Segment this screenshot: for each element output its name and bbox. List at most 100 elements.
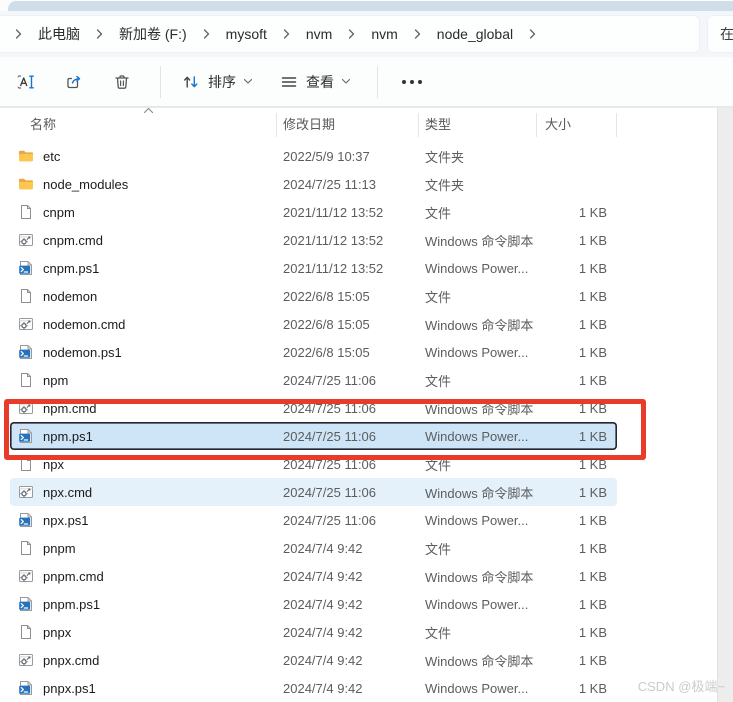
- file-row[interactable]: npx 2024/7/25 11:06 文件 1 KB: [10, 450, 617, 478]
- address-bar[interactable]: 此电脑 新加卷 (F:) mysoft nvm nvm node_global: [0, 15, 700, 53]
- file-name: npx.ps1: [43, 512, 89, 528]
- file-name: pnpx.cmd: [43, 652, 100, 668]
- file-type: Windows 命令脚本: [425, 653, 534, 669]
- file-row[interactable]: pnpm.ps1 2024/7/4 9:42 Windows Power... …: [10, 590, 617, 618]
- file-name-cell: pnpm.cmd: [10, 568, 277, 584]
- file-row[interactable]: nodemon.ps1 2022/6/8 15:05 Windows Power…: [10, 338, 617, 366]
- file-type: 文件: [425, 289, 452, 305]
- file-row[interactable]: npm.cmd 2024/7/25 11:06 Windows 命令脚本 1 K…: [10, 394, 617, 422]
- file-row[interactable]: cnpm.cmd 2021/11/12 13:52 Windows 命令脚本 1…: [10, 226, 617, 254]
- toolbar: 排序 查看: [0, 57, 733, 107]
- file-date-modified: 2024/7/4 9:42: [283, 540, 363, 556]
- file-row[interactable]: pnpx.cmd 2024/7/4 9:42 Windows 命令脚本 1 KB: [10, 646, 617, 674]
- breadcrumb-item-nvm-2[interactable]: nvm: [363, 22, 405, 46]
- breadcrumb-item-this-pc[interactable]: 此电脑: [30, 20, 88, 48]
- file-type: 文件夹: [425, 149, 465, 165]
- search-input[interactable]: 在: [707, 15, 733, 53]
- file-row[interactable]: npm 2024/7/25 11:06 文件 1 KB: [10, 366, 617, 394]
- breadcrumb-item-mysoft[interactable]: mysoft: [218, 22, 275, 46]
- file-name-cell: nodemon: [10, 288, 277, 304]
- share-button[interactable]: [54, 64, 94, 100]
- file-name-cell: npx: [10, 456, 277, 472]
- chevron-right-icon[interactable]: [347, 28, 356, 40]
- file-row[interactable]: pnpm 2024/7/4 9:42 文件 1 KB: [10, 534, 617, 562]
- ps1-icon: [18, 428, 34, 444]
- chevron-right-icon[interactable]: [95, 28, 104, 40]
- delete-button[interactable]: [102, 64, 142, 100]
- column-header-name[interactable]: 名称: [10, 113, 277, 137]
- breadcrumb: 此电脑 新加卷 (F:) mysoft nvm nvm node_global: [7, 20, 544, 48]
- file-row[interactable]: node_modules 2024/7/25 11:13 文件夹: [10, 170, 617, 198]
- chevron-right-icon[interactable]: [413, 28, 422, 40]
- file-size: 1 KB: [578, 232, 607, 248]
- file-row[interactable]: pnpm.cmd 2024/7/4 9:42 Windows 命令脚本 1 KB: [10, 562, 617, 590]
- file-size: 1 KB: [578, 484, 607, 500]
- chevron-right-icon[interactable]: [528, 28, 537, 40]
- file-row[interactable]: cnpm 2021/11/12 13:52 文件 1 KB: [10, 198, 617, 226]
- file-date-modified: 2022/6/8 15:05: [283, 316, 370, 332]
- file-type: 文件: [425, 205, 452, 221]
- file-size: 1 KB: [578, 512, 607, 528]
- view-button[interactable]: 查看: [269, 64, 361, 100]
- chevron-down-icon: [341, 78, 351, 85]
- file-size: 1 KB: [578, 316, 607, 332]
- watermark-text: CSDN @极端~: [637, 679, 725, 694]
- column-header-date-modified[interactable]: 修改日期: [277, 113, 419, 137]
- file-name: pnpx.ps1: [43, 680, 96, 696]
- file-size: 1 KB: [578, 260, 607, 276]
- file-row[interactable]: etc 2022/5/9 10:37 文件夹: [10, 142, 617, 170]
- file-icon: [18, 456, 34, 472]
- file-name: nodemon.ps1: [43, 344, 122, 360]
- file-name: pnpx: [43, 624, 72, 640]
- file-row[interactable]: npm.ps1 2024/7/25 11:06 Windows Power...…: [10, 422, 617, 450]
- file-row[interactable]: cnpm.ps1 2021/11/12 13:52 Windows Power.…: [10, 254, 617, 282]
- breadcrumb-item-drive[interactable]: 新加卷 (F:): [111, 20, 195, 48]
- more-options-icon: [401, 79, 423, 85]
- file-icon: [18, 624, 34, 640]
- file-row[interactable]: npx.cmd 2024/7/25 11:06 Windows 命令脚本 1 K…: [10, 478, 617, 506]
- file-name: npm.ps1: [43, 428, 93, 444]
- file-name-cell: cnpm.cmd: [10, 232, 277, 248]
- file-date-modified: 2024/7/25 11:06: [283, 400, 377, 416]
- window-tab-strip: [0, 0, 733, 11]
- file-row[interactable]: nodemon.cmd 2022/6/8 15:05 Windows 命令脚本 …: [10, 310, 617, 338]
- more-options-button[interactable]: [392, 64, 432, 100]
- share-icon: [64, 72, 84, 92]
- explorer-tab[interactable]: [8, 1, 733, 11]
- rename-button[interactable]: [6, 64, 46, 100]
- file-type: Windows Power...: [425, 344, 529, 360]
- file-type: Windows 命令脚本: [425, 233, 534, 249]
- file-name: pnpm: [43, 540, 76, 556]
- file-name: cnpm.cmd: [43, 232, 103, 248]
- sort-label: 排序: [208, 73, 236, 90]
- chevron-right-icon[interactable]: [14, 28, 23, 40]
- file-name-cell: npm.cmd: [10, 400, 277, 416]
- vertical-scrollbar[interactable]: [717, 108, 733, 702]
- file-date-modified: 2021/11/12 13:52: [283, 232, 384, 248]
- trash-icon: [112, 72, 132, 92]
- file-name-cell: nodemon.cmd: [10, 316, 277, 332]
- ps1-icon: [18, 596, 34, 612]
- sort-button[interactable]: 排序: [171, 64, 263, 100]
- file-date-modified: 2024/7/25 11:06: [283, 484, 377, 500]
- folder-icon: [18, 176, 34, 192]
- file-row[interactable]: nodemon 2022/6/8 15:05 文件 1 KB: [10, 282, 617, 310]
- column-header-type[interactable]: 类型: [419, 113, 537, 137]
- file-type: Windows Power...: [425, 428, 529, 444]
- file-name: cnpm.ps1: [43, 260, 100, 276]
- cmd-icon: [18, 568, 34, 584]
- file-size: 1 KB: [578, 596, 607, 612]
- file-size: 1 KB: [578, 400, 607, 416]
- file-size: 1 KB: [578, 372, 607, 388]
- column-header-size[interactable]: 大小: [537, 113, 617, 137]
- chevron-right-icon[interactable]: [202, 28, 211, 40]
- breadcrumb-item-nvm[interactable]: nvm: [298, 22, 340, 46]
- file-row[interactable]: npx.ps1 2024/7/25 11:06 Windows Power...…: [10, 506, 617, 534]
- file-row[interactable]: pnpx 2024/7/4 9:42 文件 1 KB: [10, 618, 617, 646]
- chevron-right-icon[interactable]: [282, 28, 291, 40]
- file-name: npm: [43, 372, 69, 388]
- file-row[interactable]: pnpx.ps1 2024/7/4 9:42 Windows Power... …: [10, 674, 617, 702]
- breadcrumb-item-node-global[interactable]: node_global: [429, 22, 521, 46]
- cmd-icon: [18, 232, 34, 248]
- file-name-cell: npx.ps1: [10, 512, 277, 528]
